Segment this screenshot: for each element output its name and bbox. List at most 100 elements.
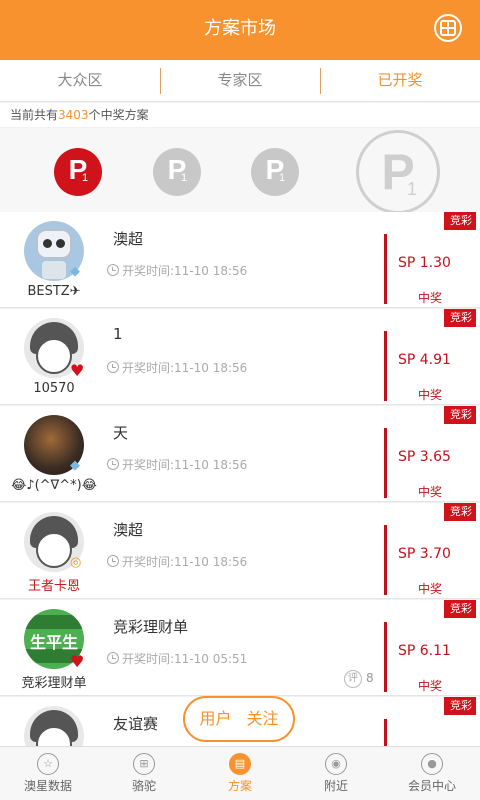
divider <box>384 719 387 746</box>
username: 😂♪(^∇^*)😂 <box>11 478 97 493</box>
badge-letter: P <box>265 154 285 185</box>
draw-time: 开奖时间:11-10 18:56 <box>107 359 247 376</box>
draw-time-text: 开奖时间:11-10 05:51 <box>122 652 248 666</box>
tab-public[interactable]: 大众区 <box>0 60 160 101</box>
avatar-text: 生平生 <box>29 633 78 652</box>
user-icon: ● <box>421 753 443 775</box>
lottery-tag: 竞彩 <box>444 600 476 618</box>
badge-letter: P <box>68 154 88 185</box>
badge-letter: P <box>167 154 187 185</box>
username: 王者卡恩 <box>27 579 80 594</box>
cart-icon: ⊞ <box>133 753 155 775</box>
location-pin-icon: ◉ <box>325 753 347 775</box>
list-item[interactable]: ♥ 10570 1 开奖时间:11-10 18:56 SP 4.91 中奖 竞彩 <box>0 309 480 405</box>
document-icon: ▤ <box>229 753 251 775</box>
nav-item-plans[interactable]: ▤ 方案 <box>192 747 288 800</box>
plan-title: 1 <box>113 325 123 343</box>
page-title: 方案市场 <box>204 18 276 39</box>
draw-time-text: 开奖时间:11-10 18:56 <box>122 458 248 472</box>
clock-icon <box>107 652 119 664</box>
app-header: 方案市场 <box>0 0 480 60</box>
comment-count[interactable]: 评8 <box>344 670 374 688</box>
sp-odds: SP 1.30 <box>398 255 451 271</box>
list-item[interactable]: ◆ 😂♪(^∇^*)😂 天 开奖时间:11-10 18:56 SP 3.65 中… <box>0 406 480 502</box>
comment-icon: 评 <box>344 670 362 688</box>
rank-badge-4[interactable]: P 1 <box>356 130 440 214</box>
lottery-tag: 竞彩 <box>444 503 476 521</box>
draw-time: 开奖时间:11-10 18:56 <box>107 553 247 570</box>
rank-badges: P 1 P 1 P 1 P 1 <box>0 128 480 214</box>
divider <box>384 428 387 498</box>
divider <box>384 525 387 595</box>
nav-label: 附近 <box>323 779 348 793</box>
draw-time-text: 开奖时间:11-10 18:56 <box>122 361 248 375</box>
sp-odds: SP 6.11 <box>398 643 451 659</box>
rank-badge-2[interactable]: P 1 <box>153 148 201 196</box>
username: BESTZ✈ <box>27 284 81 299</box>
list-item[interactable]: ◎ 王者卡恩 澳超 开奖时间:11-10 18:56 SP 3.70 中奖 竞彩 <box>0 503 480 599</box>
result-label: 中奖 <box>418 485 443 499</box>
draw-time: 开奖时间:11-10 05:51 <box>107 650 247 667</box>
plan-list: ◆ BESTZ✈ 澳超 开奖时间:11-10 18:56 SP 1.30 中奖 … <box>0 212 480 746</box>
diamond-icon: ◆ <box>70 264 80 279</box>
divider <box>384 331 387 401</box>
user-follow-button[interactable]: 用户 关注 <box>183 696 295 742</box>
badge-sub: 1 <box>407 179 418 199</box>
clock-icon <box>107 361 119 373</box>
rank-badge-3[interactable]: P 1 <box>251 148 299 196</box>
result-label: 中奖 <box>418 388 443 402</box>
nav-label: 澳星数据 <box>23 779 72 793</box>
list-item[interactable]: 生平生 ♥ 竞彩理财单 竞彩理财单 开奖时间:11-10 05:51 评8 SP… <box>0 600 480 696</box>
bottom-nav: ☆ 澳星数据 ⊞ 骆驼 ▤ 方案 ◉ 附近 ● 会员中心 <box>0 746 480 800</box>
plan-title: 友谊赛 <box>113 715 159 733</box>
ring-icon: ◎ <box>70 555 82 570</box>
username: 竞彩理财单 <box>21 676 87 691</box>
star-icon: ☆ <box>37 753 59 775</box>
plan-title: 天 <box>113 424 129 442</box>
clock-icon <box>107 264 119 276</box>
badge-sub: 1 <box>181 172 188 184</box>
nav-label: 骆驼 <box>131 779 156 793</box>
lottery-tag: 竞彩 <box>444 309 476 327</box>
tab-expert[interactable]: 专家区 <box>160 60 320 101</box>
tab-bar: 大众区 专家区 已开奖 <box>0 60 480 102</box>
badge-sub: 1 <box>82 172 89 184</box>
result-label: 中奖 <box>418 679 443 693</box>
divider <box>384 622 387 692</box>
nav-item-data[interactable]: ☆ 澳星数据 <box>0 747 96 800</box>
nav-item-member[interactable]: ● 会员中心 <box>384 747 480 800</box>
list-item[interactable]: ◆ BESTZ✈ 澳超 开奖时间:11-10 18:56 SP 1.30 中奖 … <box>0 212 480 308</box>
plan-title: 竞彩理财单 <box>113 618 189 636</box>
draw-time: 开奖时间:11-10 18:56 <box>107 262 247 279</box>
lottery-tag: 竞彩 <box>444 212 476 230</box>
draw-time: 开奖时间:11-10 18:56 <box>107 456 247 473</box>
sp-odds: SP 3.65 <box>398 449 451 465</box>
plan-title: 澳超 <box>113 521 144 539</box>
comment-number: 8 <box>366 671 374 685</box>
rank-badge-1[interactable]: P 1 <box>54 148 102 196</box>
heart-icon: ♥ <box>70 361 85 380</box>
lottery-tag: 竞彩 <box>444 406 476 424</box>
username: 10570 <box>33 381 75 396</box>
clock-icon <box>107 555 119 567</box>
badge-letter: P <box>381 144 415 200</box>
diamond-icon: ◆ <box>70 458 80 473</box>
result-label: 中奖 <box>418 291 443 305</box>
clock-icon <box>107 458 119 470</box>
nav-label: 会员中心 <box>407 779 456 793</box>
heart-icon: ♥ <box>70 652 85 671</box>
nav-item-camel[interactable]: ⊞ 骆驼 <box>96 747 192 800</box>
lottery-tag: 竞彩 <box>444 697 476 715</box>
divider <box>384 234 387 304</box>
nav-item-nearby[interactable]: ◉ 附近 <box>288 747 384 800</box>
draw-time-text: 开奖时间:11-10 18:56 <box>122 555 248 569</box>
avatar[interactable] <box>24 706 84 746</box>
sp-odds: SP 3.70 <box>398 546 451 562</box>
summary-prefix: 当前共有 <box>10 108 59 122</box>
summary-line: 当前共有3403个中奖方案 <box>0 103 480 127</box>
sp-odds: SP 4.91 <box>398 352 451 368</box>
tab-drawn[interactable]: 已开奖 <box>320 60 480 101</box>
grid-menu-icon[interactable] <box>434 14 462 42</box>
winning-count: 3403 <box>58 108 89 122</box>
nav-label: 方案 <box>227 779 252 793</box>
